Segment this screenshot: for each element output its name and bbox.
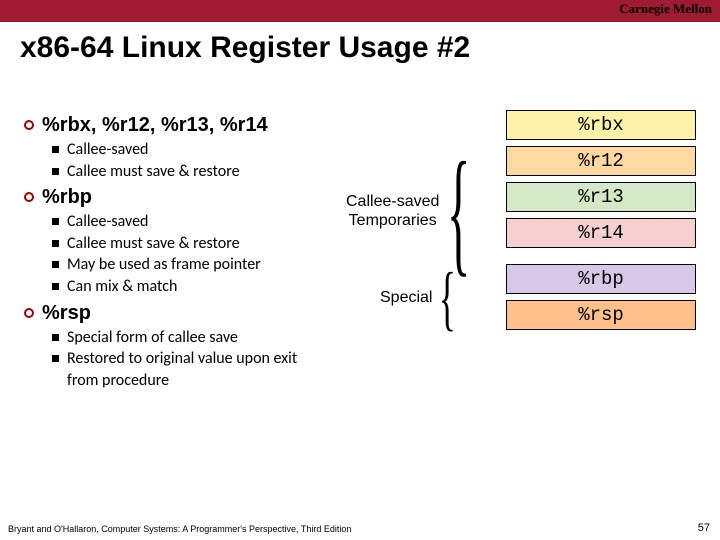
square-bullet-icon (52, 334, 59, 341)
square-bullet-icon (52, 218, 59, 225)
register-name: %r14 (578, 222, 624, 244)
register-name: %rbx (578, 114, 624, 136)
list-item: Callee-saved (67, 139, 148, 161)
list-item: Callee must save & restore (67, 233, 240, 255)
register-box-rbp: %rbp (506, 264, 696, 294)
brace-icon: { (447, 152, 471, 271)
section-heading: %rbx, %r12, %r13, %r14 (42, 114, 268, 137)
group-label-line: Callee-saved (346, 193, 439, 210)
list-item: Callee must save & restore (67, 161, 240, 183)
bullet-icon (24, 308, 34, 318)
register-box-r13: %r13 (506, 182, 696, 212)
list-item: Special form of callee save (67, 327, 238, 349)
brace-icon: { (439, 268, 456, 329)
list-item: Restored to original value upon exit fro… (67, 348, 327, 391)
group-label-line: Special (380, 289, 432, 306)
section-heading: %rbp (42, 186, 92, 209)
bullet-icon (24, 120, 34, 130)
register-box-r12: %r12 (506, 146, 696, 176)
section-heading: %rsp (42, 302, 91, 325)
register-column: %rbx %r12 %r13 %r14 %rbp %rsp (506, 110, 696, 336)
square-bullet-icon (52, 283, 59, 290)
list-item: Can mix & match (67, 276, 177, 298)
bullet-icon (24, 192, 34, 202)
register-box-r14: %r14 (506, 218, 696, 248)
register-box-rbx: %rbx (506, 110, 696, 140)
list-item: Callee-saved (67, 211, 148, 233)
square-bullet-icon (52, 261, 59, 268)
square-bullet-icon (52, 355, 59, 362)
register-name: %rbp (578, 268, 624, 290)
header-bar (0, 0, 720, 22)
register-name: %r12 (578, 150, 624, 172)
page-number: 57 (698, 522, 710, 534)
callee-saved-group-label: Callee-saved Temporaries { (346, 152, 473, 271)
brand-text: Carnegie Mellon (619, 1, 712, 17)
square-bullet-icon (52, 168, 59, 175)
footer-text: Bryant and O'Hallaron, Computer Systems:… (8, 524, 351, 534)
square-bullet-icon (52, 240, 59, 247)
group-label-line: Temporaries (349, 212, 437, 229)
register-name: %r13 (578, 186, 624, 208)
list-item: May be used as frame pointer (67, 254, 261, 276)
register-name: %rsp (578, 304, 624, 326)
slide-title: x86-64 Linux Register Usage #2 (20, 30, 470, 66)
slide: { "brand": "Carnegie Mellon", "title": "… (0, 0, 720, 540)
register-box-rsp: %rsp (506, 300, 696, 330)
special-group-label: Special { (380, 268, 457, 329)
square-bullet-icon (52, 146, 59, 153)
